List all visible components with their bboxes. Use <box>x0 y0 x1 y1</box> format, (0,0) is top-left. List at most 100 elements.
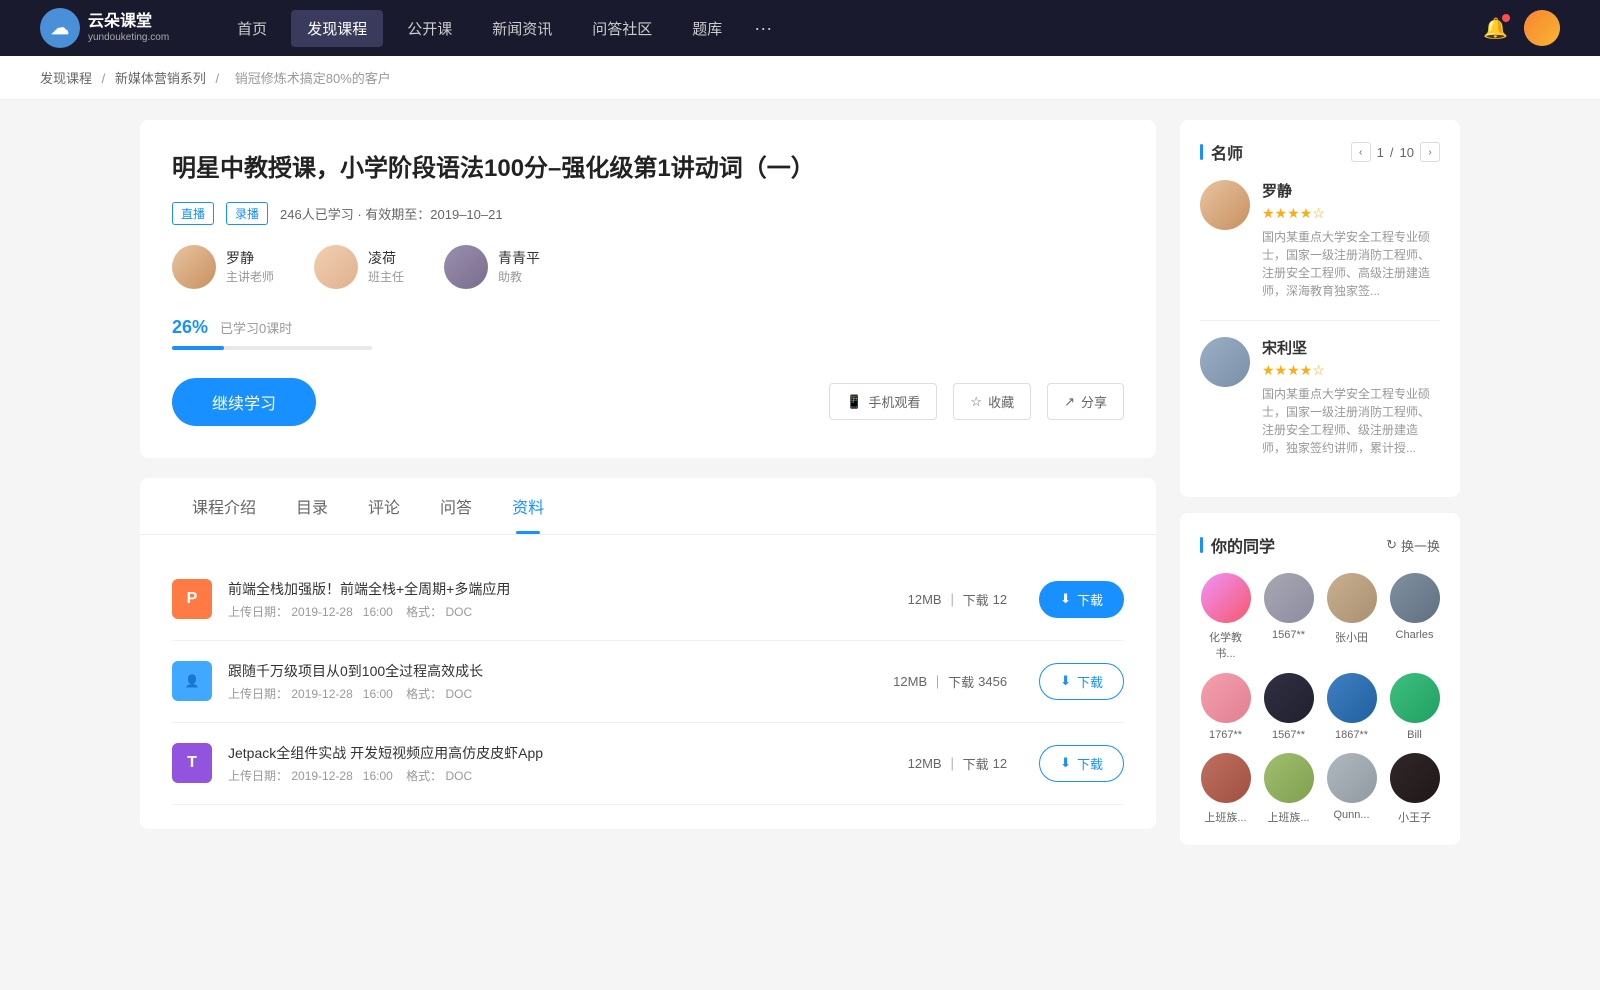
teacher-2-info: 凌荷 班主任 <box>368 248 404 285</box>
download-button-1[interactable]: ⬇ 下载 <box>1039 581 1124 618</box>
upload-date-3: 2019-12-28 <box>291 769 352 783</box>
breadcrumb: 发现课程 / 新媒体营销系列 / 销冠修炼术搞定80%的客户 <box>0 56 1600 100</box>
phone-icon: 📱 <box>846 394 862 410</box>
resource-icon-1: P <box>172 579 212 619</box>
right-teacher-1-info: 罗静 ★★★★☆ 国内某重点大学安全工程专业硕士，国家一级注册消防工程师、注册安… <box>1262 180 1440 300</box>
classmate-0-avatar[interactable] <box>1201 573 1251 623</box>
downloads-count-1: 12 <box>993 592 1007 607</box>
classmate-2-avatar[interactable] <box>1327 573 1377 623</box>
next-page-button[interactable]: › <box>1420 142 1440 162</box>
classmate-6-avatar[interactable] <box>1327 673 1377 723</box>
teacher-1-role: 主讲老师 <box>226 268 274 285</box>
tag-live: 直播 <box>172 202 214 225</box>
upload-date-label-1: 上传日期： <box>228 605 288 619</box>
course-meta: 直播 录播 246人已学习 · 有效期至：2019–10–21 <box>172 202 1124 225</box>
logo[interactable]: ☁ 云朵课堂 yundouketing.com <box>40 8 169 48</box>
download-button-3[interactable]: ⬇ 下载 <box>1039 745 1124 782</box>
classmate-5-avatar[interactable] <box>1264 673 1314 723</box>
notification-dot <box>1502 14 1510 22</box>
classmate-1-avatar[interactable] <box>1264 573 1314 623</box>
teachers-list: 罗静 主讲老师 凌荷 班主任 青青平 助教 <box>172 245 1124 289</box>
download-label-2: 下载 <box>1077 672 1103 691</box>
nav-quiz[interactable]: 题库 <box>676 10 738 47</box>
upload-date-2: 2019-12-28 <box>291 687 352 701</box>
download-icon-2: ⬇ <box>1060 673 1071 689</box>
classmate-10: Qunn... <box>1326 753 1377 825</box>
tab-intro[interactable]: 课程介绍 <box>172 478 276 534</box>
breadcrumb-current: 销冠修炼术搞定80%的客户 <box>235 71 391 86</box>
teacher-1: 罗静 主讲老师 <box>172 245 274 289</box>
classmate-4: 1767** <box>1200 673 1251 741</box>
tab-qa[interactable]: 问答 <box>420 478 492 534</box>
resource-info-1: 前端全栈加强版！前端全栈+全周期+多端应用 上传日期： 2019-12-28 1… <box>228 579 892 620</box>
download-icon-3: ⬇ <box>1060 755 1071 771</box>
classmate-7-avatar[interactable] <box>1390 673 1440 723</box>
continue-learning-button[interactable]: 继续学习 <box>172 378 316 426</box>
nav-more[interactable]: ··· <box>746 10 780 47</box>
breadcrumb-sep-1: / <box>102 71 109 86</box>
resource-name-1: 前端全栈加强版！前端全栈+全周期+多端应用 <box>228 579 892 599</box>
user-avatar[interactable] <box>1524 10 1560 46</box>
right-teacher-1: 罗静 ★★★★☆ 国内某重点大学安全工程专业硕士，国家一级注册消防工程师、注册安… <box>1200 180 1440 300</box>
classmate-10-avatar[interactable] <box>1327 753 1377 803</box>
logo-icon: ☁ <box>40 8 80 48</box>
resource-icon-2: 👤 <box>172 661 212 701</box>
tag-record: 录播 <box>226 202 268 225</box>
bell-icon[interactable]: 🔔 <box>1483 16 1508 41</box>
upload-time-1: 16:00 <box>363 605 393 619</box>
right-teacher-2-desc: 国内某重点大学安全工程专业硕士，国家一级注册消防工程师、注册安全工程师、级注册建… <box>1262 385 1440 457</box>
nav-news[interactable]: 新闻资讯 <box>476 10 568 47</box>
share-label: 分享 <box>1081 392 1107 411</box>
resource-item-1: P 前端全栈加强版！前端全栈+全周期+多端应用 上传日期： 2019-12-28… <box>172 559 1124 641</box>
classmate-9-avatar[interactable] <box>1264 753 1314 803</box>
tab-review[interactable]: 评论 <box>348 478 420 534</box>
classmate-3-avatar[interactable] <box>1390 573 1440 623</box>
upload-date-1: 2019-12-28 <box>291 605 352 619</box>
collect-button[interactable]: ☆ 收藏 <box>953 383 1031 420</box>
classmate-5: 1567** <box>1263 673 1314 741</box>
logo-text: 云朵课堂 yundouketing.com <box>88 12 169 43</box>
tab-catalog[interactable]: 目录 <box>276 478 348 534</box>
size-3: 12MB <box>908 756 942 771</box>
share-button[interactable]: ↗ 分享 <box>1047 383 1124 420</box>
phone-watch-button[interactable]: 📱 手机观看 <box>829 383 937 420</box>
nav-discover[interactable]: 发现课程 <box>291 10 383 47</box>
breadcrumb-link-series[interactable]: 新媒体营销系列 <box>115 71 206 86</box>
classmate-4-avatar[interactable] <box>1201 673 1251 723</box>
size-2: 12MB <box>893 674 927 689</box>
course-actions: 继续学习 📱 手机观看 ☆ 收藏 ↗ 分享 <box>172 378 1124 426</box>
prev-page-button[interactable]: ‹ <box>1351 142 1371 162</box>
nav-home[interactable]: 首页 <box>221 10 283 47</box>
avatar-image <box>1524 10 1560 46</box>
classmate-8-name: 上班族... <box>1204 809 1246 825</box>
teacher-3-avatar <box>444 245 488 289</box>
teacher-3-name: 青青平 <box>498 248 540 268</box>
resource-stats-1: 12MB ｜ 下载 12 <box>908 590 1007 609</box>
progress-percent: 26% <box>172 317 208 338</box>
classmate-0-name: 化学教书... <box>1200 629 1251 661</box>
teacher-3-role: 助教 <box>498 268 540 285</box>
format-label-1: 格式： <box>406 605 442 619</box>
teacher-1-avatar <box>172 245 216 289</box>
upload-time-2: 16:00 <box>363 687 393 701</box>
classmate-4-name: 1767** <box>1209 729 1242 741</box>
classmate-11-avatar[interactable] <box>1390 753 1440 803</box>
tabs-section: 课程介绍 目录 评论 问答 资料 P 前端全栈加强版！前端全栈+全周期+多端应用… <box>140 478 1156 829</box>
refresh-button[interactable]: ↻ 换一换 <box>1386 536 1440 555</box>
size-1: 12MB <box>908 592 942 607</box>
teacher-3: 青青平 助教 <box>444 245 540 289</box>
resource-stats-2: 12MB ｜ 下载 3456 <box>893 672 1007 691</box>
page-sep: / <box>1390 145 1394 160</box>
nav-qa[interactable]: 问答社区 <box>576 10 668 47</box>
download-button-2[interactable]: ⬇ 下载 <box>1039 663 1124 700</box>
upload-date-label-2: 上传日期： <box>228 687 288 701</box>
page-total: 10 <box>1400 145 1414 160</box>
tab-material[interactable]: 资料 <box>492 478 564 534</box>
classmate-8-avatar[interactable] <box>1201 753 1251 803</box>
classmate-5-name: 1567** <box>1272 729 1305 741</box>
breadcrumb-link-discover[interactable]: 发现课程 <box>40 71 92 86</box>
right-teacher-2-avatar <box>1200 337 1250 387</box>
nav-public[interactable]: 公开课 <box>391 10 468 47</box>
upload-time-3: 16:00 <box>363 769 393 783</box>
classmate-3: Charles <box>1389 573 1440 661</box>
